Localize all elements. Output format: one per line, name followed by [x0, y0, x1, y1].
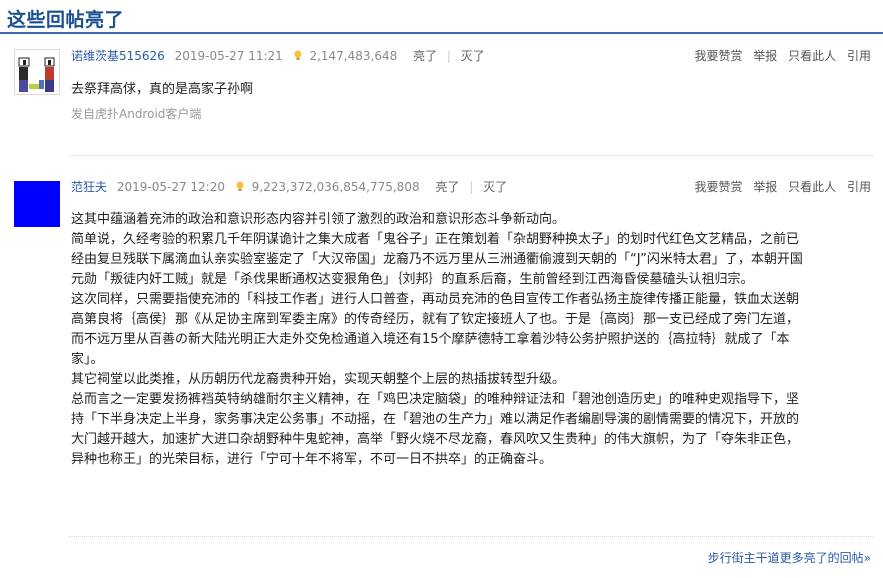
- report-button[interactable]: 举报: [753, 180, 777, 194]
- only-this-user-button[interactable]: 只看此人: [788, 49, 836, 63]
- page-title: 这些回帖亮了: [7, 9, 125, 31]
- post-actions: 我要赞赏 举报 只看此人 引用: [687, 178, 871, 195]
- content-line: 而不远万里从百善の新大陆光明正大走外交免检通道入境还有15个摩萨德特工拿着沙特公…: [71, 332, 790, 347]
- light-button[interactable]: 亮了: [413, 49, 437, 63]
- light-count: 9,223,372,036,854,775,808: [251, 180, 420, 194]
- avatar[interactable]: [14, 49, 60, 95]
- reward-button[interactable]: 我要赞赏: [694, 180, 742, 194]
- dislike-button[interactable]: 灭了: [483, 180, 507, 194]
- quote-button[interactable]: 引用: [847, 180, 871, 194]
- light-button[interactable]: 亮了: [435, 180, 459, 194]
- content-line: 持「下半身决定上半身，家务事决定公务事」不动摇，在「碧池の生产力」难以满足作者编…: [71, 412, 800, 427]
- post-divider: [69, 536, 873, 537]
- reward-button[interactable]: 我要赞赏: [694, 49, 742, 63]
- separator: |: [469, 180, 474, 194]
- separator: |: [446, 49, 451, 63]
- dislike-button[interactable]: 灭了: [461, 49, 485, 63]
- content-line: 元勋「叛徒内奸工贼」就是「杀伐果断通权达变狠角色」｛刘邦｝的直系后裔，生前曾经到…: [71, 272, 754, 287]
- post-content: 去祭拜高俅，真的是高家子孙啊: [71, 80, 861, 100]
- content-line: 经由复旦残联下属滴血认亲实验室鉴定了「大汉帝国」龙裔乃不远万里从三洲通衢偷渡到天…: [71, 252, 803, 267]
- quote-button[interactable]: 引用: [847, 49, 871, 63]
- content-line: 异种也称王」的光荣目标，进行「宁可十年不将军，不可一日不拱卒」的正确奋斗。: [71, 452, 553, 467]
- post-divider: [69, 155, 873, 156]
- only-this-user-button[interactable]: 只看此人: [788, 180, 836, 194]
- content-line: 这其中蕴涵着充沛的政治和意识形态内容并引领了激烈的政治和意识形态斗争新动向。: [71, 212, 566, 227]
- avatar[interactable]: [14, 181, 60, 227]
- lightbulb-icon: [236, 181, 244, 191]
- report-button[interactable]: 举报: [753, 49, 777, 63]
- author-link[interactable]: 诺维茨基515626: [71, 49, 165, 63]
- more-hot-replies-link[interactable]: 步行街主干道更多亮了的回帖»: [708, 549, 871, 566]
- post-datetime: 2019-05-27 12:20: [116, 180, 225, 194]
- author-link[interactable]: 范狂夫: [71, 180, 107, 194]
- content-line: 总而言之一定要发扬裤裆英特纳雄耐尔主义精神，在「鸡巴决定脑袋」的唯种辩证法和「碧…: [71, 392, 800, 407]
- lightbulb-icon: [294, 50, 302, 60]
- content-line: 其它祠堂以此类推，从历朝历代龙裔贵种开始，实现天朝整个上层的热插拔转型升级。: [71, 372, 566, 387]
- post-meta: 诺维茨基515626 2019-05-27 11:21 2,147,483,64…: [71, 47, 485, 64]
- post-source: 发自虎扑Android客户端: [71, 107, 202, 121]
- content-line: 去祭拜高俅，真的是高家子孙啊: [71, 82, 254, 97]
- post-actions: 我要赞赏 举报 只看此人 引用: [687, 47, 871, 64]
- page-header: 这些回帖亮了: [0, 0, 883, 34]
- content-line: 大门越开越大，加速扩大进口杂胡野种牛鬼蛇神，高举「野火烧不尽龙裔，春风吹又生贵种…: [71, 432, 800, 447]
- post-datetime: 2019-05-27 11:21: [174, 49, 283, 63]
- light-count: 2,147,483,648: [309, 49, 398, 63]
- content-line: 简单说，久经考验的积累几千年阴谋诡计之集大成者「鬼谷子」正在策划着「杂胡野种换太…: [71, 232, 800, 247]
- post-meta: 范狂夫 2019-05-27 12:20 9,223,372,036,854,7…: [71, 178, 507, 195]
- post-content: 这其中蕴涵着充沛的政治和意识形态内容并引领了激烈的政治和意识形态斗争新动向。 简…: [71, 210, 861, 470]
- content-line: 这次同样，只需要指使充沛的「科技工作者」进行人口普查，再动员充沛的色目宣传工作者…: [71, 292, 800, 307]
- content-line: 高第良将｛高侯｝那《从足协主席到军委主席》的传奇经历，就有了钦定接班人了也。于是…: [71, 312, 800, 327]
- content-line: 家」。: [71, 352, 104, 367]
